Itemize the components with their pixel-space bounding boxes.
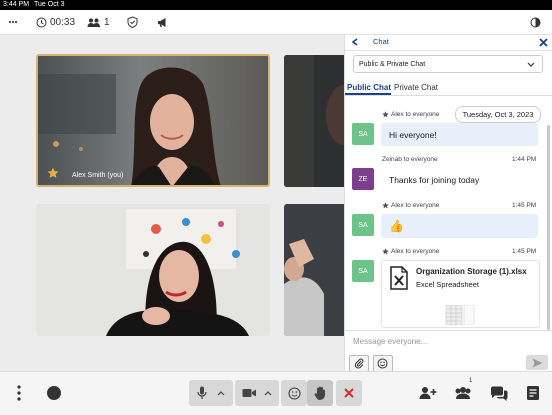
message-bubble: Thanks for joining today	[381, 168, 538, 191]
send-button[interactable]	[526, 355, 548, 370]
avatar: SA	[352, 123, 374, 145]
message-bubble: 👍	[381, 214, 538, 238]
excel-file-icon	[390, 266, 408, 290]
participant-name: Alex Smith (you)	[72, 172, 124, 179]
avatar: SA	[352, 260, 374, 282]
close-icon	[344, 388, 354, 398]
leave-meeting-button[interactable]	[336, 380, 362, 406]
message-sender: Alex to everyone	[391, 111, 440, 118]
microphone-button[interactable]	[189, 380, 233, 406]
chat-bubbles-icon	[490, 386, 508, 401]
camera-button[interactable]	[235, 380, 279, 406]
chat-audience-value: Public & Private Chat	[359, 61, 426, 68]
attach-button[interactable]	[349, 355, 369, 372]
video-tile-4[interactable]	[284, 204, 344, 336]
emoji-button[interactable]	[373, 355, 393, 372]
reactions-button[interactable]	[281, 380, 307, 406]
contrast-icon	[530, 17, 541, 27]
participants-count-text: 1	[104, 16, 110, 28]
raise-hand-button[interactable]	[307, 380, 333, 406]
star-icon	[382, 202, 389, 209]
file-attachment[interactable]: Organization Storage (1).xlsx Excel Spre…	[381, 260, 540, 328]
message-sender: Alex to everyone	[391, 202, 440, 209]
message-time: 1:44 PM	[512, 156, 537, 163]
message-time: 1:45 PM	[512, 202, 537, 209]
message-input[interactable]: Message everyone...	[353, 335, 519, 349]
shield-check-icon	[127, 16, 138, 28]
active-tab-indicator	[345, 93, 391, 95]
meeting-top-bar: 00:33 1	[0, 10, 552, 35]
meeting-controls-bar: 1	[0, 371, 552, 415]
megaphone-icon	[158, 17, 166, 27]
video-grid: Alex Smith (you)	[0, 35, 344, 371]
chat-button[interactable]	[486, 380, 512, 406]
people-icon	[87, 18, 100, 27]
status-time: 3:44 PM	[3, 1, 30, 8]
timer-text: 00:33	[50, 16, 76, 28]
message-sender: Alex to everyone	[391, 248, 440, 255]
clock-icon	[36, 17, 47, 27]
people-icon	[455, 387, 471, 399]
microphone-icon	[197, 386, 207, 399]
dots-icon	[8, 20, 18, 24]
chat-composer: Message everyone...	[345, 330, 552, 372]
tab-public-chat[interactable]: Public Chat	[347, 83, 391, 92]
back-chevron-icon[interactable]	[351, 38, 359, 46]
status-date: Tue Oct 3	[34, 1, 65, 8]
participant-video	[36, 204, 270, 336]
chat-scrollbar[interactable]	[547, 125, 550, 330]
notes-button[interactable]	[520, 380, 546, 406]
video-tile-self[interactable]: Alex Smith (you)	[36, 54, 270, 187]
chat-title: Chat	[373, 37, 389, 46]
star-icon	[382, 248, 389, 255]
notes-icon	[527, 386, 539, 400]
chat-audience-select[interactable]: Public & Private Chat	[353, 55, 543, 73]
add-person-icon	[419, 387, 437, 399]
hand-icon	[314, 386, 325, 400]
chevron-down-icon	[527, 62, 535, 67]
video-tile-3[interactable]	[36, 204, 270, 336]
invite-button[interactable]	[415, 380, 441, 406]
chevron-up-icon[interactable]	[264, 390, 272, 396]
participant-video	[284, 55, 344, 187]
paperclip-icon	[354, 358, 364, 369]
participants-button[interactable]: 1	[450, 378, 476, 406]
avatar: ZE	[352, 168, 374, 190]
avatar: SA	[352, 214, 374, 236]
participant-video	[284, 204, 344, 336]
date-pill: Tuesday, Oct 3, 2023	[455, 106, 541, 123]
theme-toggle-button[interactable]	[530, 10, 541, 34]
tab-private-chat[interactable]: Private Chat	[394, 83, 438, 92]
participant-video	[38, 56, 268, 185]
meeting-timer: 00:33	[36, 10, 75, 34]
record-icon	[47, 386, 61, 400]
record-button[interactable]	[41, 380, 67, 406]
message-bubble: Hi everyone!	[381, 123, 538, 146]
file-type: Excel Spreadsheet	[416, 280, 479, 289]
more-options-button[interactable]	[6, 380, 32, 406]
spreadsheet-preview	[445, 305, 475, 325]
participants-count[interactable]: 1	[87, 10, 110, 34]
announcement-button[interactable]	[157, 10, 169, 34]
chat-panel: Chat Public & Private Chat Public Chat P…	[344, 35, 552, 372]
menu-dots-button[interactable]	[8, 10, 18, 34]
message-time: 1:45 PM	[512, 248, 537, 255]
chevron-up-icon[interactable]	[217, 390, 225, 396]
file-name: Organization Storage (1).xlsx	[416, 267, 527, 276]
vertical-dots-icon	[17, 385, 21, 401]
smiley-icon	[377, 358, 388, 369]
send-icon	[532, 358, 543, 368]
message-sender: Zeinab to everyone	[382, 156, 438, 163]
participants-badge: 1	[469, 378, 473, 384]
security-button[interactable]	[127, 10, 138, 34]
video-tile-2[interactable]	[284, 55, 344, 187]
ios-status-bar: 3:44 PM Tue Oct 3	[0, 0, 552, 10]
video-camera-icon	[242, 389, 256, 397]
smiley-icon	[287, 386, 301, 400]
chat-header: Chat	[345, 35, 552, 51]
chat-tabs: Public Chat Private Chat	[345, 79, 552, 96]
star-icon	[47, 167, 59, 178]
star-icon	[382, 111, 389, 118]
close-icon[interactable]	[539, 38, 548, 47]
